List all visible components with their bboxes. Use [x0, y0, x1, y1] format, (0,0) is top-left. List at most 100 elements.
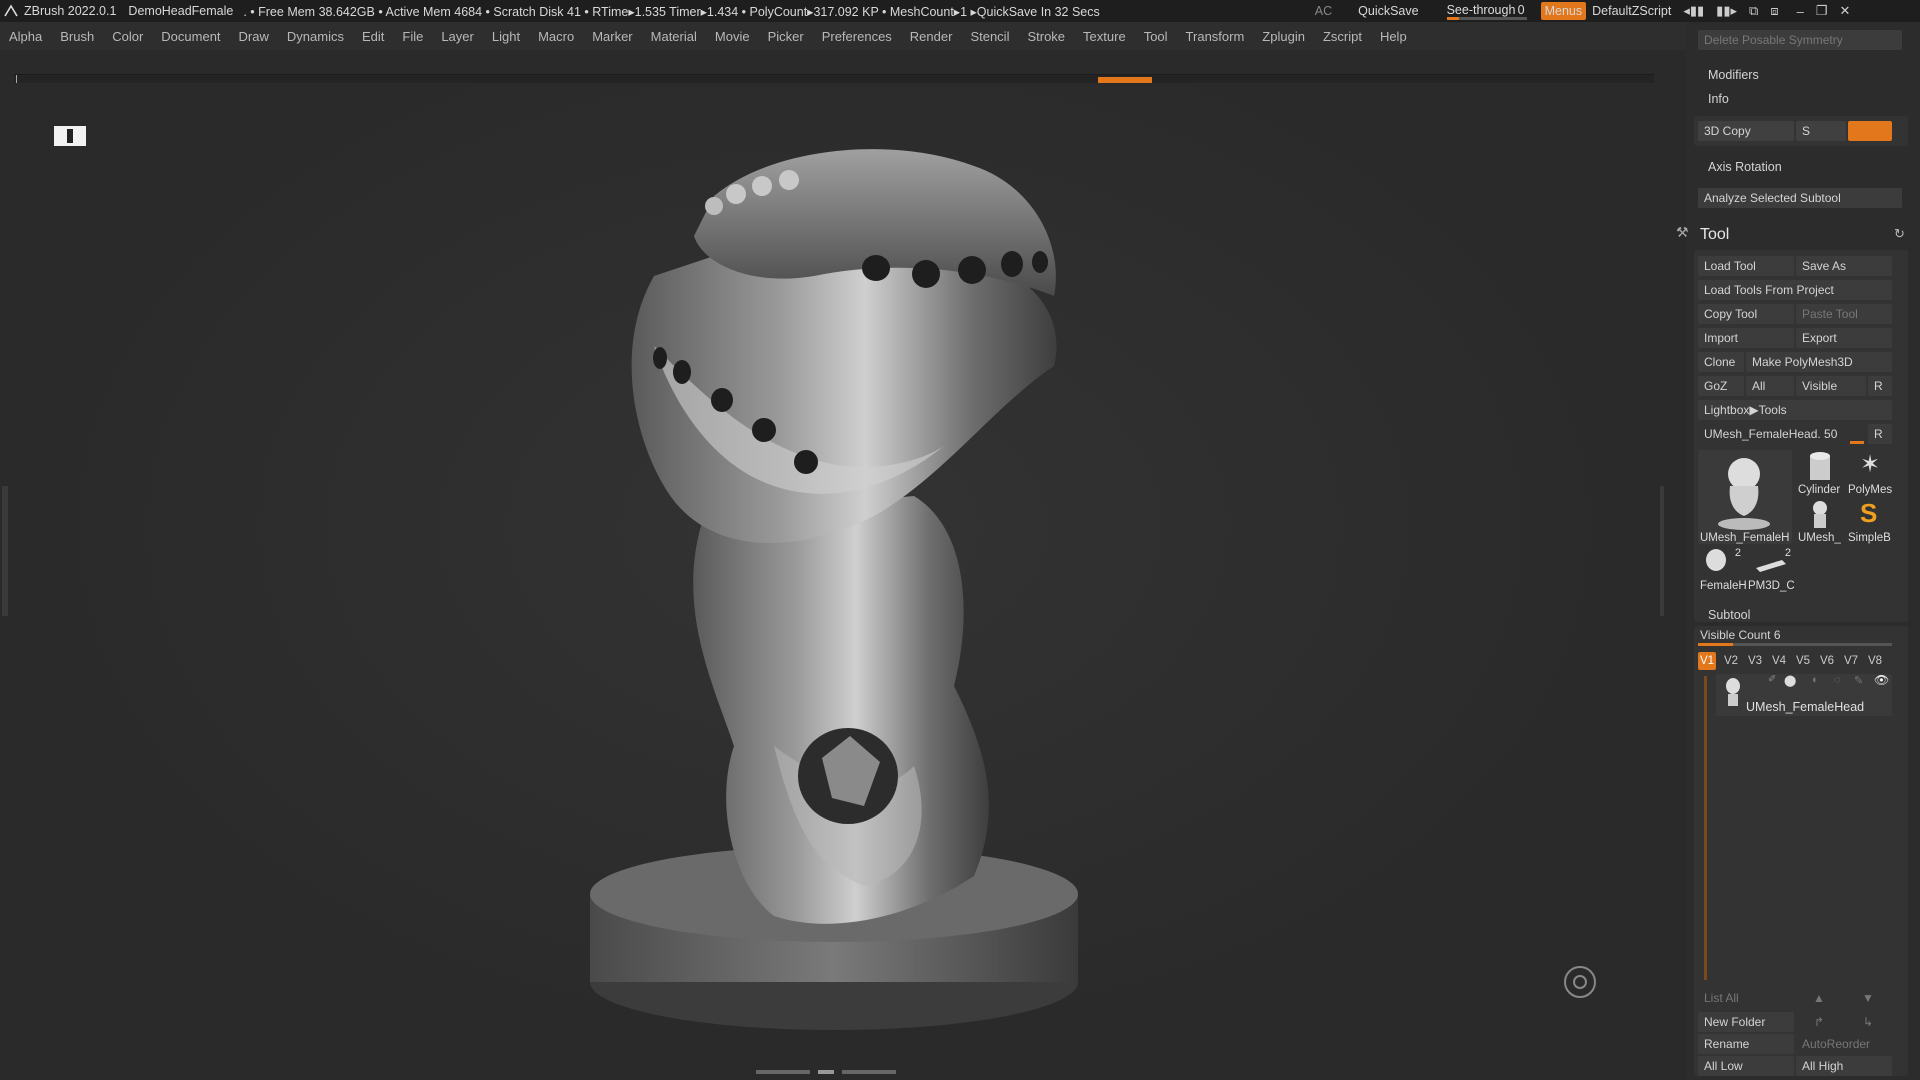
- ac-label[interactable]: AC: [1315, 4, 1332, 18]
- menu-help[interactable]: Help: [1371, 29, 1416, 44]
- menu-transform[interactable]: Transform: [1177, 29, 1254, 44]
- visibility-set-v5[interactable]: V5: [1794, 652, 1812, 670]
- visibility-set-v8[interactable]: V8: [1866, 652, 1884, 670]
- modifiers-subpalette[interactable]: Modifiers: [1708, 68, 1759, 82]
- menu-layer[interactable]: Layer: [432, 29, 483, 44]
- window-swap-icon[interactable]: ⧉: [1749, 3, 1758, 19]
- lightbox-tools-button[interactable]: Lightbox▶Tools: [1698, 400, 1892, 420]
- menu-picker[interactable]: Picker: [759, 29, 813, 44]
- tool-thumb-pm3d[interactable]: 2 PM3D_C: [1746, 546, 1795, 592]
- subtool-title[interactable]: Subtool: [1708, 608, 1750, 622]
- menu-stroke[interactable]: Stroke: [1018, 29, 1074, 44]
- layout-prev-icon[interactable]: ◂▮▮: [1683, 3, 1704, 19]
- axis-rotation-subpalette[interactable]: Axis Rotation: [1708, 160, 1782, 174]
- tool-thumb-cylinder[interactable]: Cylinder: [1796, 450, 1844, 496]
- copy-tool-button[interactable]: Copy Tool: [1698, 304, 1794, 324]
- timeline-strip[interactable]: [14, 74, 1654, 83]
- info-subpalette[interactable]: Info: [1708, 92, 1729, 106]
- all-high-button[interactable]: All High: [1796, 1056, 1892, 1076]
- visibility-set-v4[interactable]: V4: [1770, 652, 1788, 670]
- right-tray-handle[interactable]: [1660, 486, 1664, 616]
- menu-marker[interactable]: Marker: [583, 29, 641, 44]
- menus-toggle[interactable]: Menus: [1540, 2, 1587, 20]
- paste-tool-button[interactable]: Paste Tool: [1796, 304, 1892, 324]
- visibility-set-v7[interactable]: V7: [1842, 652, 1860, 670]
- clone-button[interactable]: Clone: [1698, 352, 1744, 372]
- copy3d-slider[interactable]: [1848, 121, 1892, 141]
- menu-alpha[interactable]: Alpha: [0, 29, 51, 44]
- menu-light[interactable]: Light: [483, 29, 529, 44]
- menu-zplugin[interactable]: Zplugin: [1253, 29, 1314, 44]
- current-tool-r-button[interactable]: R: [1868, 424, 1892, 444]
- tool-thumb-umesh[interactable]: UMesh_: [1796, 498, 1844, 544]
- polyframe-toggle-icon[interactable]: ⬤: [1784, 674, 1796, 687]
- viewport-canvas[interactable]: [2, 86, 1664, 1066]
- quicksave-button[interactable]: QuickSave: [1358, 4, 1418, 18]
- default-zscript[interactable]: DefaultZScript: [1592, 4, 1671, 18]
- move-into-folder-icon[interactable]: ↱: [1796, 1012, 1842, 1032]
- menu-movie[interactable]: Movie: [706, 29, 759, 44]
- list-all-button[interactable]: List All: [1698, 988, 1794, 1008]
- move-down-icon[interactable]: ▼: [1844, 988, 1892, 1008]
- export-button[interactable]: Export: [1796, 328, 1892, 348]
- timeline-marker[interactable]: [1098, 77, 1152, 83]
- goz-visible-button[interactable]: Visible: [1796, 376, 1866, 396]
- make-polymesh3d-button[interactable]: Make PolyMesh3D: [1746, 352, 1892, 372]
- rotate-gizmo-icon[interactable]: [1564, 966, 1596, 998]
- goz-r-button[interactable]: R: [1868, 376, 1892, 396]
- analyze-subtool-button[interactable]: Analyze Selected Subtool: [1698, 188, 1902, 208]
- lock-toggle-icon[interactable]: ◌: [1834, 674, 1841, 686]
- copy3d-s-button[interactable]: S: [1796, 121, 1846, 141]
- menu-macro[interactable]: Macro: [529, 29, 583, 44]
- refresh-icon[interactable]: ↻: [1894, 226, 1905, 242]
- eye-icon[interactable]: 👁: [1874, 673, 1889, 687]
- menu-color[interactable]: Color: [103, 29, 152, 44]
- rename-button[interactable]: Rename: [1698, 1034, 1794, 1054]
- tool-palette-title[interactable]: Tool: [1700, 226, 1729, 244]
- move-out-folder-icon[interactable]: ↳: [1844, 1012, 1892, 1032]
- load-tool-button[interactable]: Load Tool: [1698, 256, 1794, 276]
- subtool-item[interactable]: UMesh_FemaleHead ✐ ⬤ ◐ ◌ ✎ 👁: [1716, 673, 1892, 716]
- menu-edit[interactable]: Edit: [353, 29, 393, 44]
- layout-next-icon[interactable]: ▮▮▸: [1716, 3, 1737, 19]
- timeline-cursor[interactable]: [16, 75, 17, 83]
- tool-thumb-femaleh[interactable]: 2 FemaleH: [1698, 546, 1747, 592]
- see-through-slider[interactable]: See-through 0: [1445, 2, 1529, 20]
- menu-stencil[interactable]: Stencil: [961, 29, 1018, 44]
- menu-brush[interactable]: Brush: [51, 29, 103, 44]
- visibility-set-v6[interactable]: V6: [1818, 652, 1836, 670]
- maximize-icon[interactable]: ❐: [1816, 3, 1828, 19]
- delete-posable-symmetry-button[interactable]: Delete Posable Symmetry: [1698, 30, 1902, 50]
- left-tray-handle[interactable]: [2, 486, 8, 616]
- menu-file[interactable]: File: [393, 29, 432, 44]
- new-folder-button[interactable]: New Folder: [1698, 1012, 1794, 1032]
- menu-material[interactable]: Material: [642, 29, 706, 44]
- menu-render[interactable]: Render: [901, 29, 962, 44]
- import-button[interactable]: Import: [1698, 328, 1794, 348]
- goz-button[interactable]: GoZ: [1698, 376, 1744, 396]
- copy3d-button[interactable]: 3D Copy: [1698, 121, 1794, 141]
- edit-toggle-icon[interactable]: ✎: [1854, 674, 1863, 687]
- tool-thumb-umesh-femalehead[interactable]: UMesh_FemaleH: [1698, 450, 1792, 544]
- all-low-button[interactable]: All Low: [1698, 1056, 1794, 1076]
- subtool-scrollbar[interactable]: [1704, 676, 1707, 980]
- menu-document[interactable]: Document: [152, 29, 229, 44]
- tool-thumb-simpleb[interactable]: S SimpleB: [1846, 498, 1894, 544]
- solo-toggle-icon[interactable]: ◐: [1812, 674, 1819, 686]
- menu-preferences[interactable]: Preferences: [813, 29, 901, 44]
- goz-all-button[interactable]: All: [1746, 376, 1794, 396]
- visible-count-slider[interactable]: Visible Count 6: [1700, 628, 1781, 642]
- save-as-button[interactable]: Save As: [1796, 256, 1892, 276]
- menu-draw[interactable]: Draw: [230, 29, 278, 44]
- tool-thumb-polymesh[interactable]: ✶ PolyMes: [1846, 450, 1894, 496]
- menu-tool[interactable]: Tool: [1135, 29, 1177, 44]
- visibility-set-v3[interactable]: V3: [1746, 652, 1764, 670]
- menu-dynamics[interactable]: Dynamics: [278, 29, 353, 44]
- brush-icon[interactable]: ✐: [1768, 674, 1776, 685]
- load-tools-from-project-button[interactable]: Load Tools From Project: [1698, 280, 1892, 300]
- visibility-set-v2[interactable]: V2: [1722, 652, 1740, 670]
- move-up-icon[interactable]: ▲: [1796, 988, 1842, 1008]
- visibility-set-v1[interactable]: V1: [1698, 652, 1716, 670]
- autoreorder-button[interactable]: AutoReorder: [1796, 1034, 1892, 1054]
- window-layout-icon[interactable]: ⧈: [1770, 3, 1778, 19]
